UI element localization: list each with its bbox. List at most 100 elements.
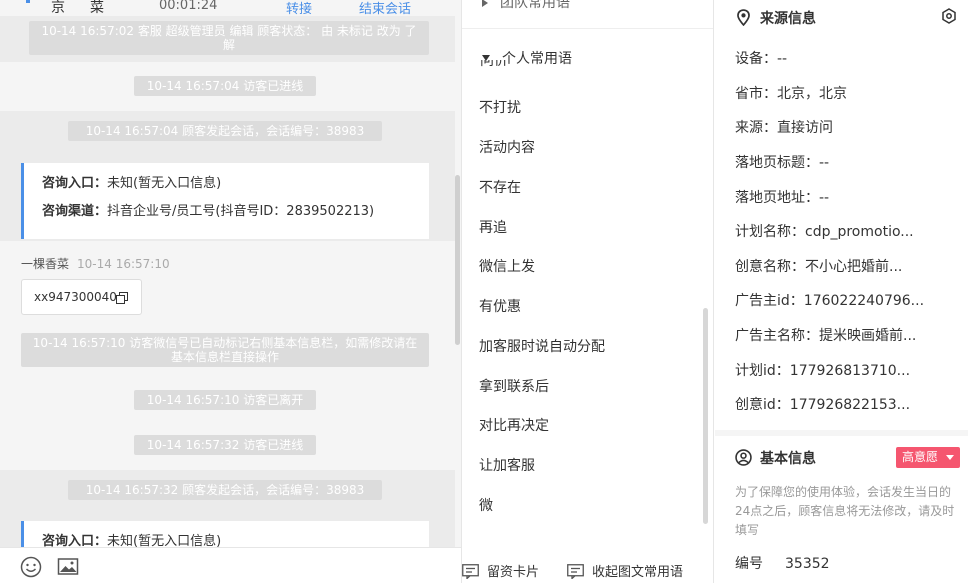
source-row-device: 设备：--: [735, 48, 787, 68]
phrase-item[interactable]: 不打扰: [479, 97, 521, 117]
user-icon: [735, 449, 752, 466]
phrase-item[interactable]: 有优惠: [479, 296, 521, 316]
phrase-item[interactable]: 不存在: [479, 177, 521, 197]
caret-right-icon: [482, 0, 488, 7]
row-value: 提米映画婚前...: [819, 328, 917, 344]
row-value: cdp_promotio...: [805, 224, 914, 240]
row-value: --: [777, 51, 788, 67]
settings-icon[interactable]: [941, 8, 957, 24]
source-row-advertiser-id: 广告主id：176022240796...: [735, 290, 924, 310]
row-label: 广告主名称：: [735, 328, 819, 344]
row-value: --: [819, 190, 830, 206]
intent-level-label: 高意愿: [902, 450, 939, 464]
row-label: 创意名称：: [735, 259, 805, 275]
phrase-item[interactable]: 再追: [479, 217, 507, 237]
message-text: xx947300040: [34, 290, 117, 304]
system-message: 10-14 16:57:10 访客微信号已自动标记右侧基本信息栏，如需修改请在基…: [21, 333, 429, 367]
location-icon: [737, 9, 750, 27]
visitor-name-part1: 京: [51, 0, 65, 16]
divider: [462, 28, 713, 29]
group-label: 团队常用语: [500, 0, 570, 11]
row-value: 35352: [785, 556, 830, 572]
system-message: 10-14 16:57:04 顾客发起会话，会话编号：38983: [68, 121, 382, 141]
consult-entry-label: 咨询入口：: [42, 176, 108, 191]
system-message: 10-14 16:57:32 顾客发起会话，会话编号：38983: [68, 480, 382, 500]
divider: [715, 430, 968, 436]
phrase-item[interactable]: 微: [479, 495, 493, 515]
row-label: 落地页标题：: [735, 155, 819, 171]
row-label: 落地页地址：: [735, 190, 819, 206]
collapse-phrases-button[interactable]: 收起图文常用语: [567, 561, 683, 580]
source-row-source: 来源：直接访问: [735, 117, 833, 137]
consult-channel-label: 咨询渠道：: [42, 204, 108, 219]
row-label: 创意id：: [735, 397, 790, 413]
row-value: 177926813710...: [789, 363, 911, 379]
basic-info-title: 基本信息: [735, 448, 816, 468]
row-value: 176022240796...: [803, 293, 925, 309]
row-label: 省市：: [735, 86, 777, 102]
system-message: 10-14 16:57:04 访客已进线: [134, 76, 316, 96]
phrase-item[interactable]: 让加客服: [479, 455, 535, 475]
source-info-title: 来源信息: [735, 8, 816, 28]
phrase-item[interactable]: 拿到联系后: [479, 376, 549, 396]
section-title-text: 来源信息: [760, 11, 816, 27]
source-row-region: 省市：北京，北京: [735, 83, 847, 103]
source-row-landing-url: 落地页地址：--: [735, 187, 829, 207]
copy-icon[interactable]: [116, 292, 128, 304]
row-label: 计划id：: [735, 363, 790, 379]
row-label: 编号: [735, 556, 763, 572]
chat-panel: 京 菜 00:01:24 转接 结束会话 10-14 16:57:02 客服 超…: [0, 0, 462, 583]
phrases-scrollbar[interactable]: [703, 308, 708, 524]
row-label: 广告主id：: [735, 293, 804, 309]
row-label: 设备：: [735, 51, 777, 67]
consult-channel-value: 抖音企业号/员工号(抖音号ID：2839502213): [107, 204, 375, 219]
visitor-info-panel: 来源信息 设备：-- 省市：北京，北京 来源：直接访问 落地页标题：-- 落地页…: [715, 0, 968, 583]
chevron-down-icon: [946, 455, 954, 460]
row-value: 不小心把婚前...: [805, 259, 903, 275]
source-row-landing-title: 落地页标题：--: [735, 152, 829, 172]
phrase-item[interactable]: 微信上发: [479, 256, 535, 276]
system-message: 10-14 16:57:32 访客已进线: [134, 435, 316, 455]
team-phrases-group[interactable]: 团队常用语: [482, 0, 570, 12]
message-time: 10-14 16:57:10: [77, 257, 170, 271]
image-icon[interactable]: [57, 556, 79, 578]
source-row-plan-name: 计划名称：cdp_promotio...: [735, 221, 914, 241]
phrase-item[interactable]: 活动内容: [479, 137, 535, 157]
consult-info-card: 咨询入口：未知(暂无入口信息) 咨询渠道：抖音企业号/员工号(抖音号ID：283…: [21, 163, 429, 239]
transfer-link[interactable]: 转接: [286, 0, 312, 17]
card-icon: [462, 564, 479, 580]
message-sender: 一棵香菜 10-14 16:57:10: [21, 255, 170, 272]
visitor-icon: [26, 0, 30, 3]
source-row-creative-id: 创意id：177926822153...: [735, 394, 910, 414]
emoji-icon[interactable]: [20, 556, 42, 578]
customer-id-row: 编号 35352: [735, 553, 830, 573]
phrase-item[interactable]: 问价格: [480, 60, 520, 70]
visitor-name-part2: 菜: [90, 0, 104, 16]
phrase-item[interactable]: 加客服时说自动分配: [479, 336, 605, 356]
button-label: 留资卡片: [487, 565, 540, 580]
phrases-panel: 团队常用语 个人常用语 问价格 不打扰 活动内容 不存在 再追 微信上发 有优惠…: [462, 0, 714, 583]
row-value: 177926822153...: [789, 397, 911, 413]
info-card-button[interactable]: 留资卡片: [462, 561, 539, 580]
chat-scrollbar[interactable]: [455, 175, 460, 345]
end-session-link[interactable]: 结束会话: [359, 0, 411, 17]
system-message: 10-14 16:57:02 客服 超级管理员 编辑 顾客状态： 由 未标记 改…: [29, 21, 429, 55]
phrase-label: 问价格: [480, 60, 508, 69]
section-title-text: 基本信息: [760, 451, 816, 467]
consult-entry-value: 未知(暂无入口信息): [107, 176, 222, 191]
row-label: 计划名称：: [735, 224, 805, 240]
source-row-plan-id: 计划id：177926813710...: [735, 360, 910, 380]
source-row-advertiser-name: 广告主名称：提米映画婚前...: [735, 325, 916, 345]
row-value: 北京，北京: [777, 86, 847, 102]
chat-toolbar: [0, 547, 461, 583]
row-value: --: [819, 155, 830, 171]
phrases-footer: 留资卡片 收起图文常用语: [462, 551, 713, 583]
intent-level-dropdown[interactable]: 高意愿: [896, 447, 960, 468]
system-message: 10-14 16:57:10 访客已离开: [134, 390, 316, 410]
button-label: 收起图文常用语: [592, 565, 684, 580]
session-duration: 00:01:24: [159, 0, 218, 13]
row-label: 来源：: [735, 120, 777, 136]
customer-service-workbench: 京 菜 00:01:24 转接 结束会话 10-14 16:57:02 客服 超…: [0, 0, 968, 583]
sender-name: 一棵香菜: [21, 257, 70, 271]
phrase-item[interactable]: 对比再决定: [479, 415, 549, 435]
